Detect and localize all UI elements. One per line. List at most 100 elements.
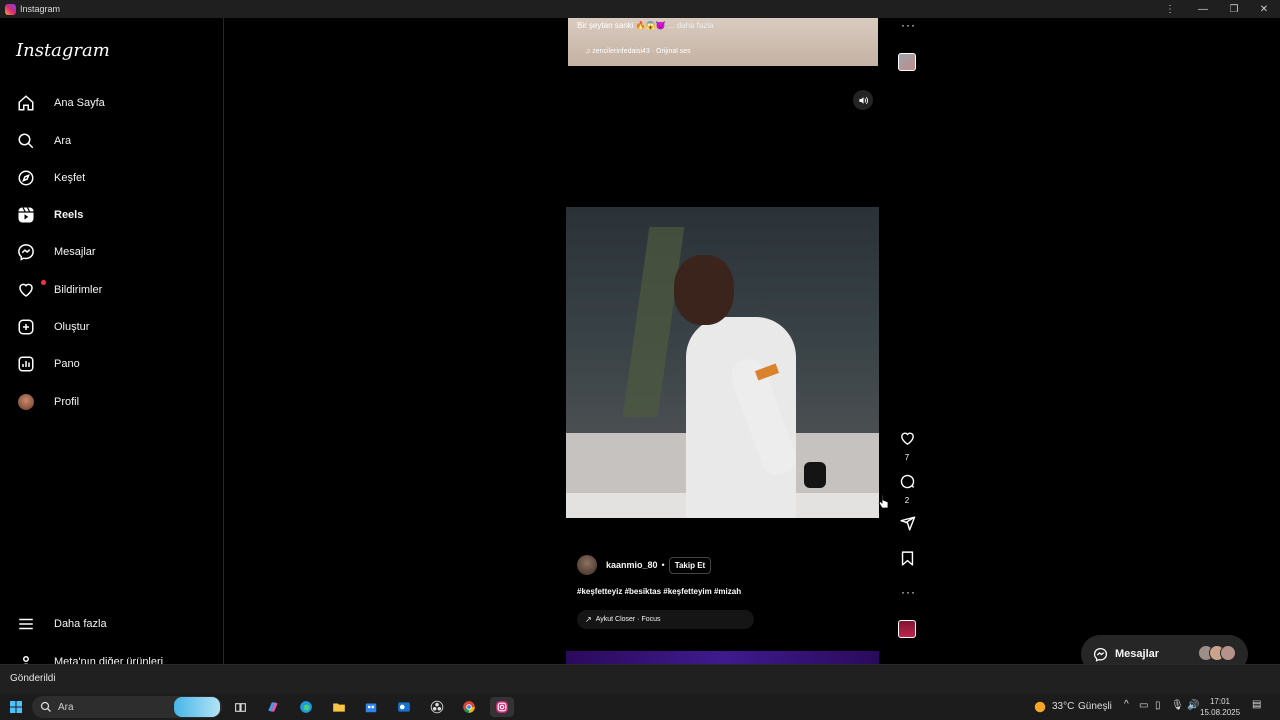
nav-search[interactable]: Ara xyxy=(12,125,212,157)
like-count: 7 xyxy=(904,453,910,462)
arrow-icon: ↗ xyxy=(585,615,592,624)
close-button[interactable]: ✕ xyxy=(1249,0,1279,18)
battery-icon[interactable]: ▯ xyxy=(1155,700,1161,711)
microphone-icon[interactable]: 🎙 xyxy=(1171,700,1184,711)
notification-badge xyxy=(41,280,46,285)
windows-taskbar: Ara 33°C Güneşli ^ ▭ ▯ 🎙 🔊 17:01 15.08.2… xyxy=(0,694,1280,720)
mouse-cursor-icon xyxy=(878,494,890,515)
caption-more-link[interactable]: ... daha fazla xyxy=(668,21,714,30)
nav-label: Bildirimler xyxy=(54,284,103,296)
reel-hashtags[interactable]: #keşfetteyiz #besiktas #keşfetteyim #miz… xyxy=(577,587,741,596)
window-title-bar: Instagram ⋮ — ❐ ✕ xyxy=(0,0,1280,18)
search-icon xyxy=(14,129,38,153)
nav-explore[interactable]: Keşfet xyxy=(12,162,212,194)
nav-more[interactable]: Daha fazla xyxy=(12,608,212,640)
nav-label: Oluştur xyxy=(54,321,90,333)
messenger-icon xyxy=(14,240,38,264)
comment-button[interactable]: 2 xyxy=(893,473,921,505)
avatar xyxy=(18,394,34,410)
nav-label: Ara xyxy=(54,135,72,147)
share-button[interactable] xyxy=(893,515,921,537)
messenger-icon xyxy=(1093,647,1108,662)
obs-icon[interactable] xyxy=(425,697,449,717)
audio-thumbnail[interactable] xyxy=(898,53,916,71)
network-icon[interactable]: ▭ xyxy=(1139,700,1148,711)
weather-sun-icon[interactable] xyxy=(1028,697,1052,717)
nav-label: Keşfet xyxy=(54,172,86,184)
home-icon xyxy=(14,91,38,115)
compass-icon xyxy=(14,166,38,190)
system-clock[interactable]: 17:01 15.08.2025 xyxy=(1200,696,1240,718)
taskbar-search-label: Ara xyxy=(58,701,74,713)
author-row: kaanmio_80 • Takip Et xyxy=(577,555,712,575)
edge-browser-icon[interactable] xyxy=(294,697,318,717)
comment-icon xyxy=(899,473,916,495)
nav-reels[interactable]: Reels xyxy=(12,199,212,231)
reel-video-top[interactable]: Bir şeytan sanki 🔥😱👿 ... daha fazla ♫ ze… xyxy=(568,18,878,66)
heart-icon xyxy=(14,278,38,302)
messages-label: Mesajlar xyxy=(1115,648,1160,660)
nav-label: Ana Sayfa xyxy=(54,97,105,109)
separator: • xyxy=(661,560,665,570)
save-button[interactable] xyxy=(893,550,921,572)
restore-button[interactable]: ❐ xyxy=(1219,0,1249,18)
audio-pill[interactable]: ↗ Aykut Closer · Focus xyxy=(577,610,754,629)
avatar[interactable] xyxy=(577,555,597,575)
nav-label: Pano xyxy=(54,358,80,370)
file-explorer-icon[interactable] xyxy=(327,697,351,717)
nav-label: Daha fazla xyxy=(54,618,107,630)
nav-label: Meta'nın diğer ürünleri xyxy=(54,656,164,664)
nav-label: Profil xyxy=(54,396,80,408)
nav-dashboard[interactable]: Pano xyxy=(12,348,212,380)
nav-create[interactable]: Oluştur xyxy=(12,311,212,343)
reels-feed: Bir şeytan sanki 🔥😱👿 ... daha fazla ♫ ze… xyxy=(225,18,1280,664)
audio-label: Aykut Closer · Focus xyxy=(595,616,661,623)
audio-thumbnail[interactable] xyxy=(898,620,916,638)
copilot-icon[interactable] xyxy=(261,697,285,717)
message-avatars xyxy=(1198,645,1236,661)
weather-description: Güneşli xyxy=(1078,701,1112,712)
instagram-app-icon xyxy=(5,3,16,15)
search-highlight-image xyxy=(174,697,220,717)
window-title: Instagram xyxy=(20,4,61,14)
reel-video-next[interactable] xyxy=(566,651,879,664)
volume-icon[interactable] xyxy=(853,90,873,110)
reel-video[interactable] xyxy=(566,207,879,518)
bookmark-icon xyxy=(899,550,916,572)
like-button[interactable]: 7 xyxy=(893,430,921,462)
kebab-menu-icon[interactable]: ⋮ xyxy=(1155,0,1185,18)
more-options-icon[interactable]: ··· xyxy=(901,585,916,599)
chrome-icon[interactable] xyxy=(457,697,481,717)
follow-button[interactable]: Takip Et xyxy=(668,556,712,574)
notification-center-icon[interactable]: ▤ xyxy=(1252,699,1261,710)
instagram-logo[interactable]: Instagram xyxy=(16,40,110,61)
nav-meta-products[interactable]: Meta'nın diğer ürünleri xyxy=(12,646,212,664)
username-link[interactable]: kaanmio_80 xyxy=(606,560,658,570)
nav-home[interactable]: Ana Sayfa xyxy=(12,87,212,119)
status-text: Gönderildi xyxy=(10,673,56,684)
taskbar-search[interactable]: Ara xyxy=(32,696,222,718)
nav-profile[interactable]: Profil xyxy=(12,386,212,418)
messages-button[interactable]: Mesajlar xyxy=(1081,635,1248,664)
meta-products-icon xyxy=(14,650,38,664)
chevron-up-icon[interactable]: ^ xyxy=(1124,699,1129,710)
plus-square-icon xyxy=(14,315,38,339)
more-options-icon[interactable]: ··· xyxy=(901,18,916,32)
chart-icon xyxy=(14,352,38,376)
instagram-taskbar-icon[interactable] xyxy=(490,697,514,717)
nav-messages[interactable]: Mesajlar xyxy=(12,236,212,268)
reel-caption: Bir şeytan sanki 🔥😱👿 ... daha fazla xyxy=(577,21,714,30)
heart-icon xyxy=(899,430,916,452)
reel-audio[interactable]: ♫ zencilerinfedaisi43 · Orijinal ses xyxy=(585,48,691,55)
speaker-icon[interactable]: 🔊 xyxy=(1187,700,1199,711)
nav-notifications[interactable]: Bildirimler xyxy=(12,274,212,306)
windows-start-icon[interactable] xyxy=(4,697,28,717)
clock-date: 15.08.2025 xyxy=(1200,708,1241,717)
send-icon xyxy=(899,515,916,537)
outlook-icon[interactable] xyxy=(392,697,416,717)
status-bar: Gönderildi xyxy=(0,664,1280,694)
microsoft-store-icon[interactable] xyxy=(359,697,383,717)
task-view-icon[interactable] xyxy=(228,697,252,717)
nav-label: Reels xyxy=(54,209,84,221)
minimize-button[interactable]: — xyxy=(1188,0,1218,18)
